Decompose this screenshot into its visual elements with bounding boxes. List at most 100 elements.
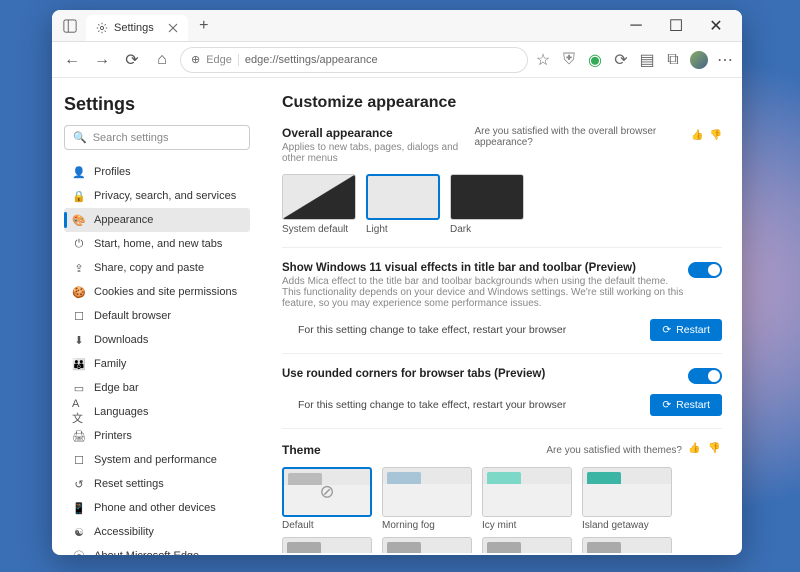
- collections-icon[interactable]: ⧉: [664, 51, 682, 69]
- close-icon[interactable]: [168, 23, 178, 33]
- menu-button[interactable]: ⋯: [716, 51, 734, 69]
- thumbs-down-icon[interactable]: 👎: [710, 130, 722, 144]
- search-input[interactable]: 🔍 Search settings: [64, 125, 250, 150]
- printer-icon: 🖨: [72, 429, 86, 443]
- profile-icon: 👤: [72, 165, 86, 179]
- theme-label: Island getaway: [582, 520, 672, 531]
- theme-label: Default: [282, 520, 372, 531]
- theme-morning-fog[interactable]: Morning fog: [382, 467, 472, 531]
- sidebar-item-label: Start, home, and new tabs: [94, 238, 222, 250]
- download-icon: ⬇: [72, 333, 86, 347]
- section-visual-effects: Show Windows 11 visual effects in title …: [282, 262, 722, 354]
- visual-effects-toggle[interactable]: [688, 262, 722, 278]
- extension-icon[interactable]: ◉: [586, 51, 604, 69]
- url-input[interactable]: ⊕ Edge edge://settings/appearance: [180, 47, 528, 73]
- sidebar-item-label: Downloads: [94, 334, 148, 346]
- sidebar-item-printers[interactable]: 🖨 Printers: [64, 424, 250, 448]
- home-button[interactable]: ⌂: [150, 48, 174, 72]
- theme-island-getaway[interactable]: Island getaway: [582, 467, 672, 531]
- refresh-button[interactable]: ⟳: [120, 48, 144, 72]
- setting-desc: Adds Mica effect to the title bar and to…: [282, 276, 688, 309]
- sync-icon[interactable]: ⟳: [612, 51, 630, 69]
- section-desc: Applies to new tabs, pages, dialogs and …: [282, 142, 474, 164]
- restart-text: For this setting change to take effect, …: [298, 399, 566, 411]
- refresh-icon: ⟳: [662, 399, 671, 411]
- sidebar-item-about-microsoft-edge[interactable]: ⓔ About Microsoft Edge: [64, 544, 250, 555]
- appearance-option-light[interactable]: Light: [366, 174, 440, 235]
- thumbs-down-icon[interactable]: 👎: [708, 443, 722, 457]
- sidebar-item-label: Profiles: [94, 166, 131, 178]
- sidebar-item-profiles[interactable]: 👤 Profiles: [64, 160, 250, 184]
- feedback-prompt: Are you satisfied with themes? 👍 👎: [546, 443, 722, 457]
- theme-more-3[interactable]: [582, 537, 672, 553]
- favorites-bar-icon[interactable]: ▤: [638, 51, 656, 69]
- titlebar: Settings + ─ ☐ ✕: [52, 10, 742, 42]
- sidebar-item-accessibility[interactable]: ☯Accessibility: [64, 520, 250, 544]
- accessibility-icon: ☯: [72, 525, 86, 539]
- theme-more-1[interactable]: [382, 537, 472, 553]
- section-rounded-corners: Use rounded corners for browser tabs (Pr…: [282, 368, 722, 429]
- restart-button[interactable]: ⟳Restart: [650, 319, 722, 341]
- sidebar-item-cookies-and-site-permissions[interactable]: 🍪Cookies and site permissions: [64, 280, 250, 304]
- favorites-icon[interactable]: ☆: [534, 51, 552, 69]
- sidebar-item-start-home-and-new-tabs[interactable]: ⏻ Start, home, and new tabs: [64, 232, 250, 256]
- appearance-icon: 🎨: [72, 213, 86, 227]
- maximize-button[interactable]: ☐: [656, 10, 696, 42]
- theme-more-2[interactable]: [482, 537, 572, 553]
- sidebar-item-phone-and-other-devices[interactable]: 📱Phone and other devices: [64, 496, 250, 520]
- sidebar-item-label: Share, copy and paste: [94, 262, 204, 274]
- tab-title: Settings: [114, 22, 154, 34]
- lock-icon: 🔒: [72, 189, 86, 203]
- language-icon: A文: [72, 405, 86, 419]
- sidebar-item-downloads[interactable]: ⬇ Downloads: [64, 328, 250, 352]
- close-window-button[interactable]: ✕: [696, 10, 736, 42]
- theme-icy-mint[interactable]: Icy mint: [482, 467, 572, 531]
- sidebar-item-label: Family: [94, 358, 126, 370]
- feedback-prompt: Are you satisfied with the overall brows…: [474, 126, 722, 148]
- minimize-button[interactable]: ─: [616, 10, 656, 42]
- cookie-icon: 🍪: [72, 285, 86, 299]
- back-button[interactable]: ←: [60, 48, 84, 72]
- sidebar-item-family[interactable]: 👪Family: [64, 352, 250, 376]
- sidebar-item-label: Default browser: [94, 310, 171, 322]
- thumbs-up-icon[interactable]: 👍: [688, 443, 702, 457]
- sidebar-item-appearance[interactable]: 🎨 Appearance: [64, 208, 250, 232]
- sidebar-item-label: About Microsoft Edge: [94, 550, 199, 555]
- theme-default[interactable]: Default: [282, 467, 372, 531]
- theme-label: Icy mint: [482, 520, 572, 531]
- section-overall: Overall appearance Applies to new tabs, …: [282, 126, 722, 248]
- option-label: System default: [282, 224, 356, 235]
- sidebar-item-label: Appearance: [94, 214, 153, 226]
- sidebar-item-edge-bar[interactable]: ▭Edge bar: [64, 376, 250, 400]
- sidebar-item-share-copy-and-paste[interactable]: ⇪ Share, copy and paste: [64, 256, 250, 280]
- rounded-corners-toggle[interactable]: [688, 368, 722, 384]
- share-icon: ⇪: [72, 261, 86, 275]
- forward-button[interactable]: →: [90, 48, 114, 72]
- appearance-option-dark[interactable]: Dark: [450, 174, 524, 235]
- sidebar-item-reset-settings[interactable]: ↺Reset settings: [64, 472, 250, 496]
- sidebar-item-label: Printers: [94, 430, 132, 442]
- option-label: Dark: [450, 224, 524, 235]
- new-tab-button[interactable]: +: [192, 14, 216, 38]
- page-title: Customize appearance: [282, 94, 722, 112]
- sidebar-item-default-browser[interactable]: ☐Default browser: [64, 304, 250, 328]
- tab-settings[interactable]: Settings: [86, 15, 188, 41]
- sidebar-item-privacy-search-and-services[interactable]: 🔒 Privacy, search, and services: [64, 184, 250, 208]
- restart-button[interactable]: ⟳Restart: [650, 394, 722, 416]
- about-icon: ⓔ: [72, 549, 86, 555]
- sidebar-item-languages[interactable]: A文 Languages: [64, 400, 250, 424]
- thumbs-up-icon[interactable]: 👍: [691, 130, 703, 144]
- sidebar-item-label: Privacy, search, and services: [94, 190, 236, 202]
- avatar[interactable]: [690, 51, 708, 69]
- site-identity: Edge: [206, 54, 239, 66]
- theme-more-0[interactable]: [282, 537, 372, 553]
- appearance-option-sysdefault[interactable]: System default: [282, 174, 356, 235]
- addressbar: ← → ⟳ ⌂ ⊕ Edge edge://settings/appearanc…: [52, 42, 742, 78]
- section-title: Theme: [282, 443, 321, 457]
- sidebar-item-system-and-performance[interactable]: ☐System and performance: [64, 448, 250, 472]
- shield-icon[interactable]: ⛨: [560, 51, 578, 69]
- sidebar-item-label: Edge bar: [94, 382, 139, 394]
- power-icon: ⏻: [72, 237, 86, 251]
- sidebar-item-label: Languages: [94, 406, 148, 418]
- vertical-tabs-button[interactable]: [58, 14, 82, 38]
